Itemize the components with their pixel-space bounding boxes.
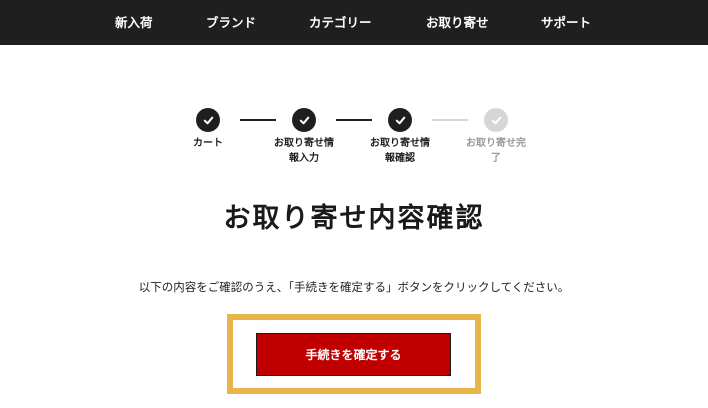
page-title: お取り寄せ内容確認 (223, 203, 485, 234)
step-4-check-icon (484, 108, 508, 132)
step-2-label-line2: 報入力 (289, 153, 319, 164)
step-connector-1 (240, 119, 276, 121)
step-3-label-line2: 報確認 (385, 153, 415, 164)
step-4-label-line1: お取り寄せ完 (466, 138, 526, 149)
step-2-label: お取り寄せ情 報入力 (262, 136, 346, 166)
instruction-text: 以下の内容をご確認のうえ、「手続きを確定する」ボタンをクリックしてください。 (138, 280, 570, 294)
progress-stepper: カート お取り寄せ情 報入力 お取り寄せ情 報確認 お取り寄せ完 了 (0, 0, 708, 180)
step-1-check-icon (196, 108, 220, 132)
step-connector-3 (432, 119, 468, 121)
step-connector-2 (336, 119, 372, 121)
step-3-label: お取り寄せ情 報確認 (358, 136, 442, 166)
confirm-procedure-button[interactable]: 手続きを確定する (256, 333, 451, 376)
step-4-label-line2: 了 (491, 153, 501, 164)
step-2-label-line1: お取り寄せ情 (274, 138, 334, 149)
step-4-label: お取り寄せ完 了 (454, 136, 538, 166)
step-1-label: カート (166, 136, 250, 151)
step-3-check-icon (388, 108, 412, 132)
step-3-label-line1: お取り寄せ情 (370, 138, 430, 149)
step-1-label-line1: カート (193, 138, 223, 149)
step-2-check-icon (292, 108, 316, 132)
